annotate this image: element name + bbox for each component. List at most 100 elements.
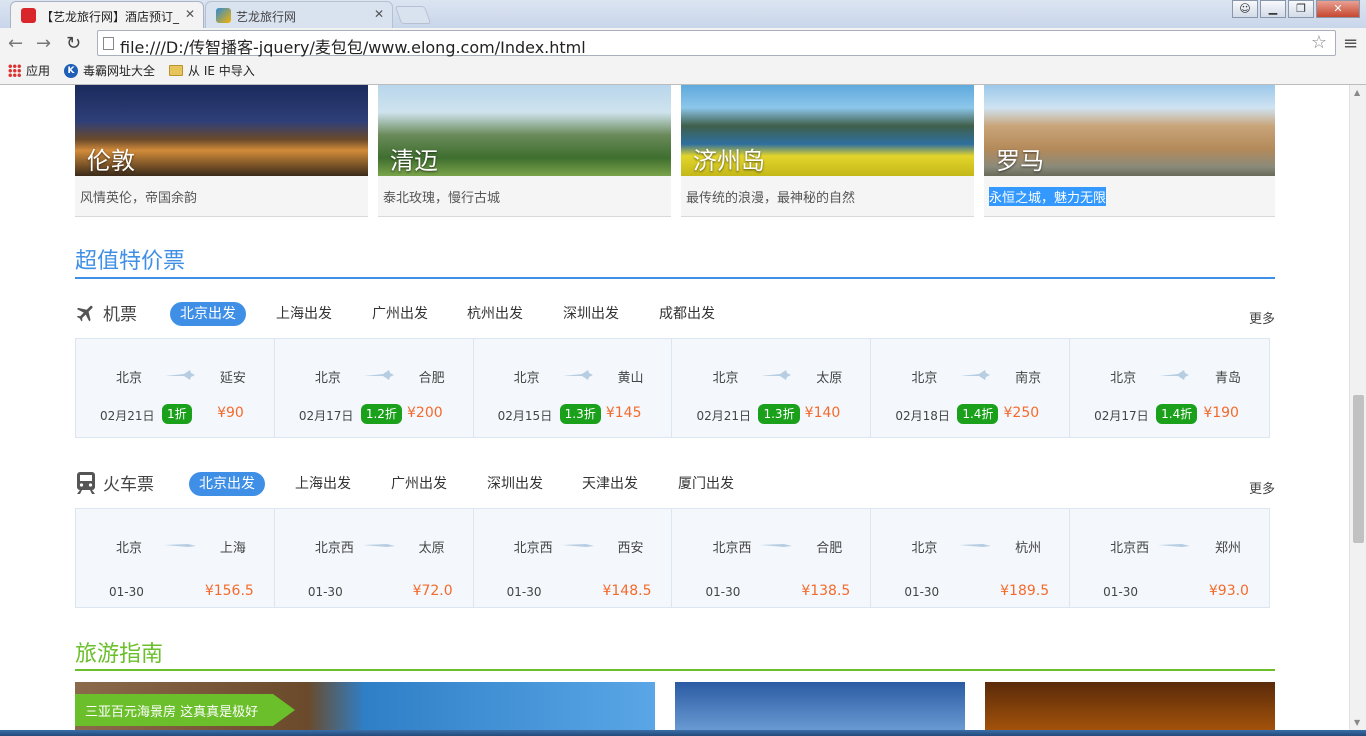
deal-price: ¥156.5	[204, 583, 254, 599]
deal-date: 02月17日	[298, 409, 354, 423]
train-tab-shanghai[interactable]: 上海出发	[285, 472, 361, 496]
train-tab-xiamen[interactable]: 厦门出发	[668, 472, 744, 496]
bookmark-ie-import[interactable]: 从 IE 中导入	[169, 62, 255, 79]
tab-elong-hotel[interactable]: 【艺龙旅行网】酒店预订_ ✕	[10, 1, 204, 28]
deal-to: 合肥	[418, 371, 445, 386]
guide-card-3[interactable]	[985, 682, 1275, 730]
city-name: 济州岛	[693, 147, 765, 175]
deal-from: 北京	[1110, 371, 1137, 386]
flight-deals: 北京 延安 02月21日 1折 ¥90 北京 合肥 02月17日 1.2折 ¥200 北京 黄山 02月…	[75, 338, 1270, 438]
close-tab-icon[interactable]: ✕	[374, 7, 384, 21]
deal-to: 郑州	[1214, 541, 1241, 556]
train-deal-card[interactable]: 北京西 合肥 01-30 ¥138.5	[672, 509, 872, 607]
bookmark-label: 从 IE 中导入	[188, 64, 255, 78]
bookmark-duba[interactable]: K 毒霸网址大全	[64, 62, 155, 79]
reload-button[interactable]: ↻	[66, 33, 81, 54]
browser-chrome: 【艺龙旅行网】酒店预订_ ✕ 艺龙旅行网 ✕ ☺ ▁ ❐ ✕ ← → ↻ fil…	[0, 0, 1366, 85]
close-window-button[interactable]: ✕	[1316, 0, 1360, 18]
maximize-button[interactable]: ❐	[1288, 0, 1314, 18]
deal-date: 02月17日	[1094, 409, 1149, 423]
flight-deal-card[interactable]: 北京 青岛 02月17日 1.4折 ¥190	[1070, 339, 1269, 437]
deal-from: 北京	[911, 541, 938, 556]
deal-price: ¥138.5	[801, 583, 851, 599]
flight-tab-shenzhen[interactable]: 深圳出发	[553, 302, 629, 326]
city-name: 清迈	[390, 147, 438, 175]
deals-divider	[75, 277, 1275, 279]
guide-featured-label: 三亚百元海景房 这真真是极好	[75, 694, 295, 726]
scroll-up-icon[interactable]: ▲	[1354, 88, 1360, 97]
deal-date: 01-30	[1103, 585, 1139, 599]
flight-more-link[interactable]: 更多	[1249, 308, 1275, 327]
train-tab-guangzhou[interactable]: 广州出发	[381, 472, 457, 496]
bookmark-star-icon[interactable]: ☆	[1311, 32, 1327, 53]
route-line-icon	[760, 544, 793, 547]
train-deal-card[interactable]: 北京西 郑州 01-30 ¥93.0	[1070, 509, 1269, 607]
scroll-thumb[interactable]	[1353, 395, 1364, 543]
tab-elong[interactable]: 艺龙旅行网 ✕	[205, 1, 393, 28]
forward-button[interactable]: →	[36, 33, 51, 54]
train-tab-tianjin[interactable]: 天津出发	[572, 472, 648, 496]
route-arrow-icon	[562, 370, 593, 380]
menu-icon[interactable]: ≡	[1343, 33, 1358, 54]
city-card-rome[interactable]: 罗马 永恒之城，魅力无限	[984, 85, 1275, 217]
route-arrow-icon	[761, 370, 792, 380]
deal-to: 上海	[219, 541, 246, 556]
user-icon[interactable]: ☺	[1232, 0, 1258, 18]
flight-deal-card[interactable]: 北京 南京 02月18日 1.4折 ¥250	[871, 339, 1071, 437]
bookmarks-bar: 应用 K 毒霸网址大全 从 IE 中导入	[8, 62, 255, 79]
flight-deal-card[interactable]: 北京 太原 02月21日 1.3折 ¥140	[672, 339, 872, 437]
page-content: 伦敦 风情英伦，帝国余韵 清迈 泰北玫瑰，慢行古城 济州岛 最传统的浪漫，最神秘…	[0, 85, 1349, 730]
train-more-link[interactable]: 更多	[1249, 478, 1275, 497]
route-arrow-icon	[1159, 370, 1190, 380]
deal-date: 02月21日	[100, 409, 155, 423]
train-tab-shenzhen[interactable]: 深圳出发	[477, 472, 553, 496]
deal-from: 北京	[911, 371, 938, 386]
deal-to: 杭州	[1015, 541, 1042, 556]
city-desc: 风情英伦，帝国余韵	[80, 191, 198, 206]
flight-deal-card[interactable]: 北京 延安 02月21日 1折 ¥90	[76, 339, 275, 437]
flight-tab-hangzhou[interactable]: 杭州出发	[457, 302, 533, 326]
scroll-down-icon[interactable]: ▼	[1354, 718, 1360, 727]
flight-tab-chengdu[interactable]: 成都出发	[649, 302, 725, 326]
flight-deal-card[interactable]: 北京 黄山 02月15日 1.3折 ¥145	[474, 339, 673, 437]
vertical-scrollbar[interactable]: ▲ ▼	[1349, 85, 1366, 730]
tab-title: 艺龙旅行网	[236, 10, 297, 24]
city-card-chiangmai[interactable]: 清迈 泰北玫瑰，慢行古城	[378, 85, 671, 217]
discount-badge: 1.3折	[559, 404, 601, 424]
train-deal-card[interactable]: 北京西 太原 01-30 ¥72.0	[275, 509, 474, 607]
deal-to: 延安	[219, 371, 246, 386]
flight-tab-shanghai[interactable]: 上海出发	[266, 302, 342, 326]
minimize-button[interactable]: ▁	[1260, 0, 1286, 18]
address-bar[interactable]: file:///D:/传智播客-jquery/麦包包/www.elong.com…	[97, 30, 1336, 57]
flight-deal-card[interactable]: 北京 合肥 02月17日 1.2折 ¥200	[275, 339, 474, 437]
train-label: 火车票	[103, 475, 154, 495]
deal-from: 北京	[513, 371, 540, 386]
bookmark-apps[interactable]: 应用	[8, 62, 50, 79]
city-name: 罗马	[996, 147, 1044, 175]
guide-card-2[interactable]	[675, 682, 965, 730]
route-line-icon	[561, 544, 594, 547]
folder-icon	[169, 65, 184, 76]
guide-divider	[75, 669, 1275, 671]
guide-card-sanya[interactable]: 三亚百元海景房 这真真是极好	[75, 682, 655, 730]
train-tab-beijing[interactable]: 北京出发	[189, 472, 265, 496]
deal-date: 01-30	[307, 585, 343, 599]
train-deal-card[interactable]: 北京 杭州 01-30 ¥189.5	[871, 509, 1071, 607]
deal-from: 北京西	[1110, 541, 1150, 556]
airplane-icon	[76, 305, 93, 321]
city-card-london[interactable]: 伦敦 风情英伦，帝国余韵	[75, 85, 368, 217]
train-deal-card[interactable]: 北京西 西安 01-30 ¥148.5	[474, 509, 673, 607]
flight-tab-guangzhou[interactable]: 广州出发	[362, 302, 438, 326]
back-button[interactable]: ←	[8, 33, 23, 54]
close-tab-icon[interactable]: ✕	[185, 7, 195, 21]
new-tab-button[interactable]	[394, 6, 432, 24]
deal-price: ¥250	[1003, 405, 1040, 421]
route-line-icon	[164, 544, 196, 547]
url-text: file:///D:/传智播客-jquery/麦包包/www.elong.com…	[120, 38, 586, 57]
train-deal-card[interactable]: 北京 上海 01-30 ¥156.5	[76, 509, 275, 607]
route-arrow-icon	[363, 370, 394, 380]
flight-tab-beijing[interactable]: 北京出发	[170, 302, 246, 326]
city-card-jeju[interactable]: 济州岛 最传统的浪漫，最神秘的自然	[681, 85, 974, 217]
deal-price: ¥148.5	[602, 583, 652, 599]
deal-to: 太原	[816, 371, 843, 386]
